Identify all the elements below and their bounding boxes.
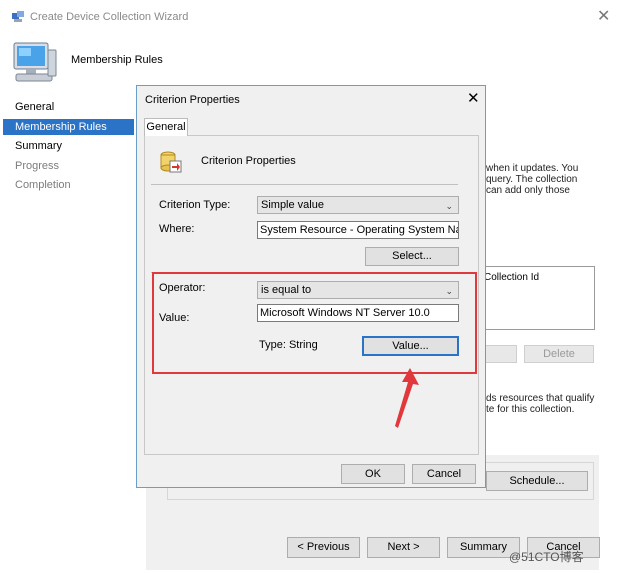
- criterion-icon: [159, 150, 183, 174]
- ok-button[interactable]: OK: [341, 464, 405, 484]
- delete-rule-button: Delete: [524, 345, 594, 363]
- chevron-down-icon: ⌄: [445, 201, 453, 211]
- wizard-header-title: Membership Rules: [71, 54, 163, 66]
- background-description-line: can add only those: [486, 185, 570, 196]
- wizard-title: Create Device Collection Wizard: [30, 11, 189, 23]
- criterion-type-value: Simple value: [261, 199, 324, 211]
- where-field[interactable]: System Resource - Operating System Name …: [257, 221, 459, 239]
- section-title: Criterion Properties: [201, 155, 296, 167]
- background-description-line: ds resources that qualify: [486, 393, 595, 404]
- nav-general[interactable]: General: [3, 99, 134, 115]
- nav-completion: Completion: [15, 179, 71, 191]
- criterion-type-label: Criterion Type:: [159, 199, 231, 211]
- select-button[interactable]: Select...: [365, 247, 459, 266]
- previous-button[interactable]: < Previous: [287, 537, 360, 558]
- where-label: Where:: [159, 223, 195, 235]
- watermark-text: @51CTO博客: [509, 550, 584, 564]
- computer-icon: [10, 40, 58, 84]
- dialog-close-icon[interactable]: ✕: [467, 89, 480, 107]
- background-description-line: te for this collection.: [486, 404, 575, 415]
- nav-summary[interactable]: Summary: [3, 138, 134, 154]
- criterion-type-select[interactable]: Simple value ⌄: [257, 196, 459, 214]
- section-divider: [151, 184, 458, 185]
- highlight-box: [152, 272, 477, 374]
- next-button[interactable]: Next >: [367, 537, 440, 558]
- highlight-arrow: [395, 368, 419, 428]
- nav-membership-rules[interactable]: Membership Rules: [3, 119, 134, 135]
- wizard-app-icon: [11, 10, 25, 24]
- tab-general[interactable]: General: [144, 118, 188, 136]
- background-description-line: when it updates. You: [486, 163, 579, 174]
- wizard-close-icon[interactable]: ✕: [597, 6, 610, 26]
- dialog-cancel-button[interactable]: Cancel: [412, 464, 476, 484]
- schedule-button[interactable]: Schedule...: [486, 471, 588, 491]
- nav-progress: Progress: [15, 160, 60, 172]
- background-description-line: query. The collection: [486, 174, 578, 185]
- dialog-title: Criterion Properties: [145, 94, 240, 106]
- list-column-collection-id: Collection Id: [484, 272, 540, 283]
- membership-rules-list[interactable]: Collection Id: [479, 266, 595, 330]
